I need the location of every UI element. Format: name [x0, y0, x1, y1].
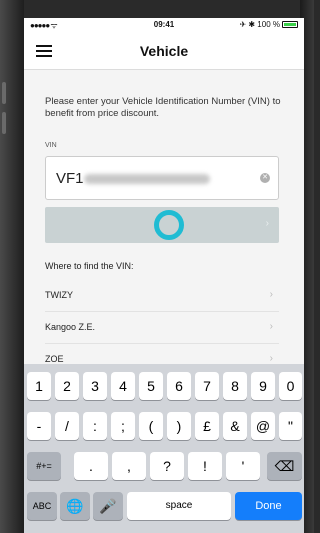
status-right-group: ✈ ✱ 100 %	[239, 20, 298, 29]
backspace-icon[interactable]: ⌫	[267, 452, 302, 480]
key-pound[interactable]: £	[195, 412, 219, 440]
key-3[interactable]: 3	[83, 372, 107, 400]
model-row-kangoo[interactable]: Kangoo Z.E. ›	[45, 312, 279, 344]
key-question[interactable]: ?	[150, 452, 184, 480]
key-9[interactable]: 9	[251, 372, 275, 400]
model-name: TWIZY	[45, 290, 73, 300]
key-semicolon[interactable]: ;	[111, 412, 135, 440]
space-key[interactable]: space	[127, 492, 231, 520]
key-open-paren[interactable]: (	[139, 412, 163, 440]
key-exclamation[interactable]: !	[188, 452, 222, 480]
battery-icon	[282, 21, 298, 28]
key-quote[interactable]: "	[279, 412, 302, 440]
chevron-right-icon: ›	[269, 353, 273, 364]
model-name: Kangoo Z.E.	[45, 322, 96, 332]
key-close-paren[interactable]: )	[167, 412, 191, 440]
model-row-twizy[interactable]: TWIZY ›	[45, 280, 279, 312]
vin-instruction-text: Please enter your Vehicle Identification…	[45, 96, 281, 119]
key-ampersand[interactable]: &	[223, 412, 247, 440]
chevron-right-icon: ›	[269, 321, 273, 332]
vin-obscured-value	[84, 174, 210, 184]
background-left	[0, 0, 24, 533]
key-hyphen[interactable]: -	[27, 412, 51, 440]
clear-icon[interactable]: ✕	[260, 173, 270, 183]
vin-label: VIN	[45, 142, 57, 149]
microphone-icon[interactable]: 🎤	[93, 492, 123, 520]
globe-icon[interactable]: 🌐	[60, 492, 90, 520]
key-slash[interactable]: /	[55, 412, 79, 440]
chevron-right-icon: ›	[269, 289, 273, 300]
key-at[interactable]: @	[251, 412, 275, 440]
key-more-symbols[interactable]: #+=	[27, 452, 61, 480]
key-4[interactable]: 4	[111, 372, 135, 400]
vin-input[interactable]: VF1 ✕	[45, 156, 279, 200]
page-title: Vehicle	[139, 43, 189, 59]
model-name: ZOE	[45, 354, 64, 364]
volume-up-button	[2, 82, 6, 104]
volume-down-button	[2, 112, 6, 134]
chevron-right-icon: ›	[265, 218, 269, 229]
status-bar: ●●●●● ᯤ 09:41 ✈ ✱ 100 %	[24, 18, 304, 32]
navigation-bar: Vehicle	[24, 32, 304, 70]
vin-value: VF1	[56, 170, 84, 187]
key-6[interactable]: 6	[167, 372, 191, 400]
submit-vin-button[interactable]: ›	[45, 207, 279, 243]
touch-indicator	[154, 210, 184, 240]
key-0[interactable]: 0	[279, 372, 302, 400]
key-5[interactable]: 5	[139, 372, 163, 400]
phone-screen: ●●●●● ᯤ 09:41 ✈ ✱ 100 % Vehicle Please e…	[24, 18, 304, 533]
key-abc[interactable]: ABC	[27, 492, 57, 520]
key-1[interactable]: 1	[27, 372, 51, 400]
where-to-find-vin-label: Where to find the VIN:	[45, 261, 134, 271]
key-colon[interactable]: :	[83, 412, 107, 440]
key-comma[interactable]: ,	[112, 452, 146, 480]
numeric-keyboard: 1 2 3 4 5 6 7 8 9 0 - / : ; ( ) £ & @ " …	[24, 364, 304, 533]
done-button[interactable]: Done	[235, 492, 302, 520]
key-8[interactable]: 8	[223, 372, 247, 400]
key-2[interactable]: 2	[55, 372, 79, 400]
battery-text: ✈ ✱ 100 %	[239, 20, 280, 29]
key-7[interactable]: 7	[195, 372, 219, 400]
key-apostrophe[interactable]: '	[226, 452, 260, 480]
key-period[interactable]: .	[74, 452, 108, 480]
